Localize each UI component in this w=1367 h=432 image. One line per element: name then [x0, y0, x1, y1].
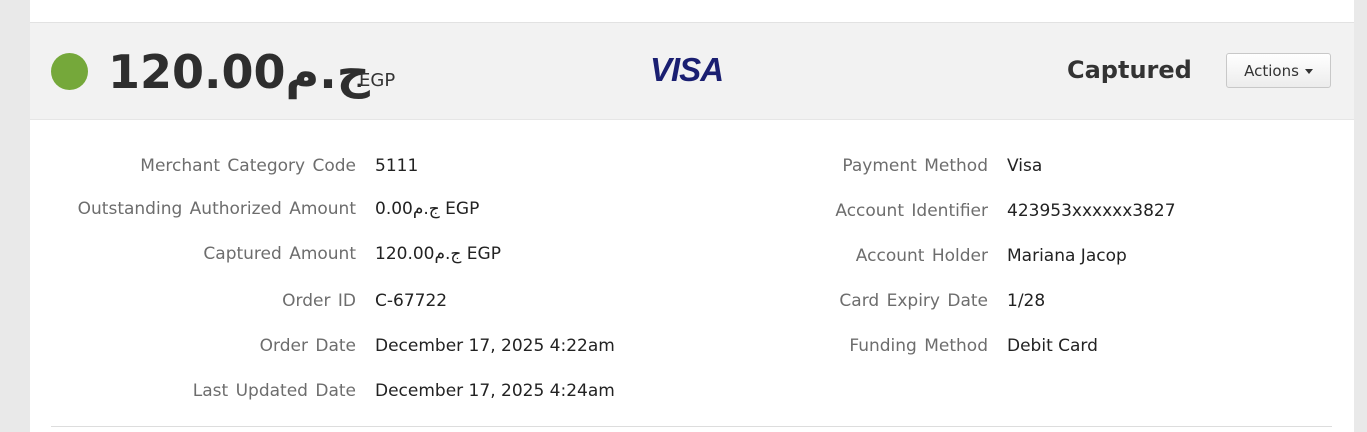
payment-method-label: Payment Method	[842, 156, 988, 176]
captured-amount-value: 120.00ج.م EGP	[375, 244, 501, 264]
transaction-detail-panel: 120.00ج.م EGP VISA Captured Actions Merc…	[30, 0, 1354, 432]
order-id-label: Order ID	[282, 291, 356, 311]
outstanding-authorized-amount-value: 0.00ج.م EGP	[375, 199, 480, 219]
account-identifier-value: 423953xxxxxx3827	[1007, 201, 1176, 221]
account-identifier-label: Account Identifier	[835, 201, 988, 221]
order-date-label: Order Date	[259, 336, 356, 356]
transaction-header: 120.00ج.م EGP VISA Captured Actions	[30, 23, 1354, 120]
merchant-category-code-label: Merchant Category Code	[140, 156, 356, 176]
card-expiry-date-label: Card Expiry Date	[839, 291, 988, 311]
funding-method-value: Debit Card	[1007, 336, 1098, 356]
card-expiry-date-value: 1/28	[1007, 291, 1046, 311]
caret-down-icon	[1304, 68, 1313, 74]
last-updated-date-value: December 17, 2025 4:24am	[375, 381, 615, 401]
account-holder-value: Mariana Jacop	[1007, 246, 1127, 266]
section-divider	[51, 426, 1332, 427]
account-holder-label: Account Holder	[855, 246, 988, 266]
merchant-category-code-value: 5111	[375, 156, 419, 176]
actions-button-label: Actions	[1244, 61, 1299, 80]
top-strip	[30, 0, 1354, 23]
funding-method-label: Funding Method	[849, 336, 988, 356]
visa-logo-icon: VISA	[650, 51, 724, 88]
outstanding-authorized-amount-label: Outstanding Authorized Amount	[77, 199, 356, 219]
transaction-status: Captured	[1067, 56, 1192, 84]
actions-dropdown-button[interactable]: Actions	[1226, 53, 1331, 88]
transaction-currency-code: EGP	[359, 70, 396, 91]
payment-method-value: Visa	[1007, 156, 1043, 176]
order-id-value: C-67722	[375, 291, 448, 311]
order-date-value: December 17, 2025 4:22am	[375, 336, 615, 356]
captured-amount-label: Captured Amount	[203, 244, 356, 264]
transaction-amount: 120.00ج.م	[108, 45, 370, 99]
last-updated-date-label: Last Updated Date	[192, 381, 356, 401]
status-indicator-dot	[51, 53, 88, 90]
